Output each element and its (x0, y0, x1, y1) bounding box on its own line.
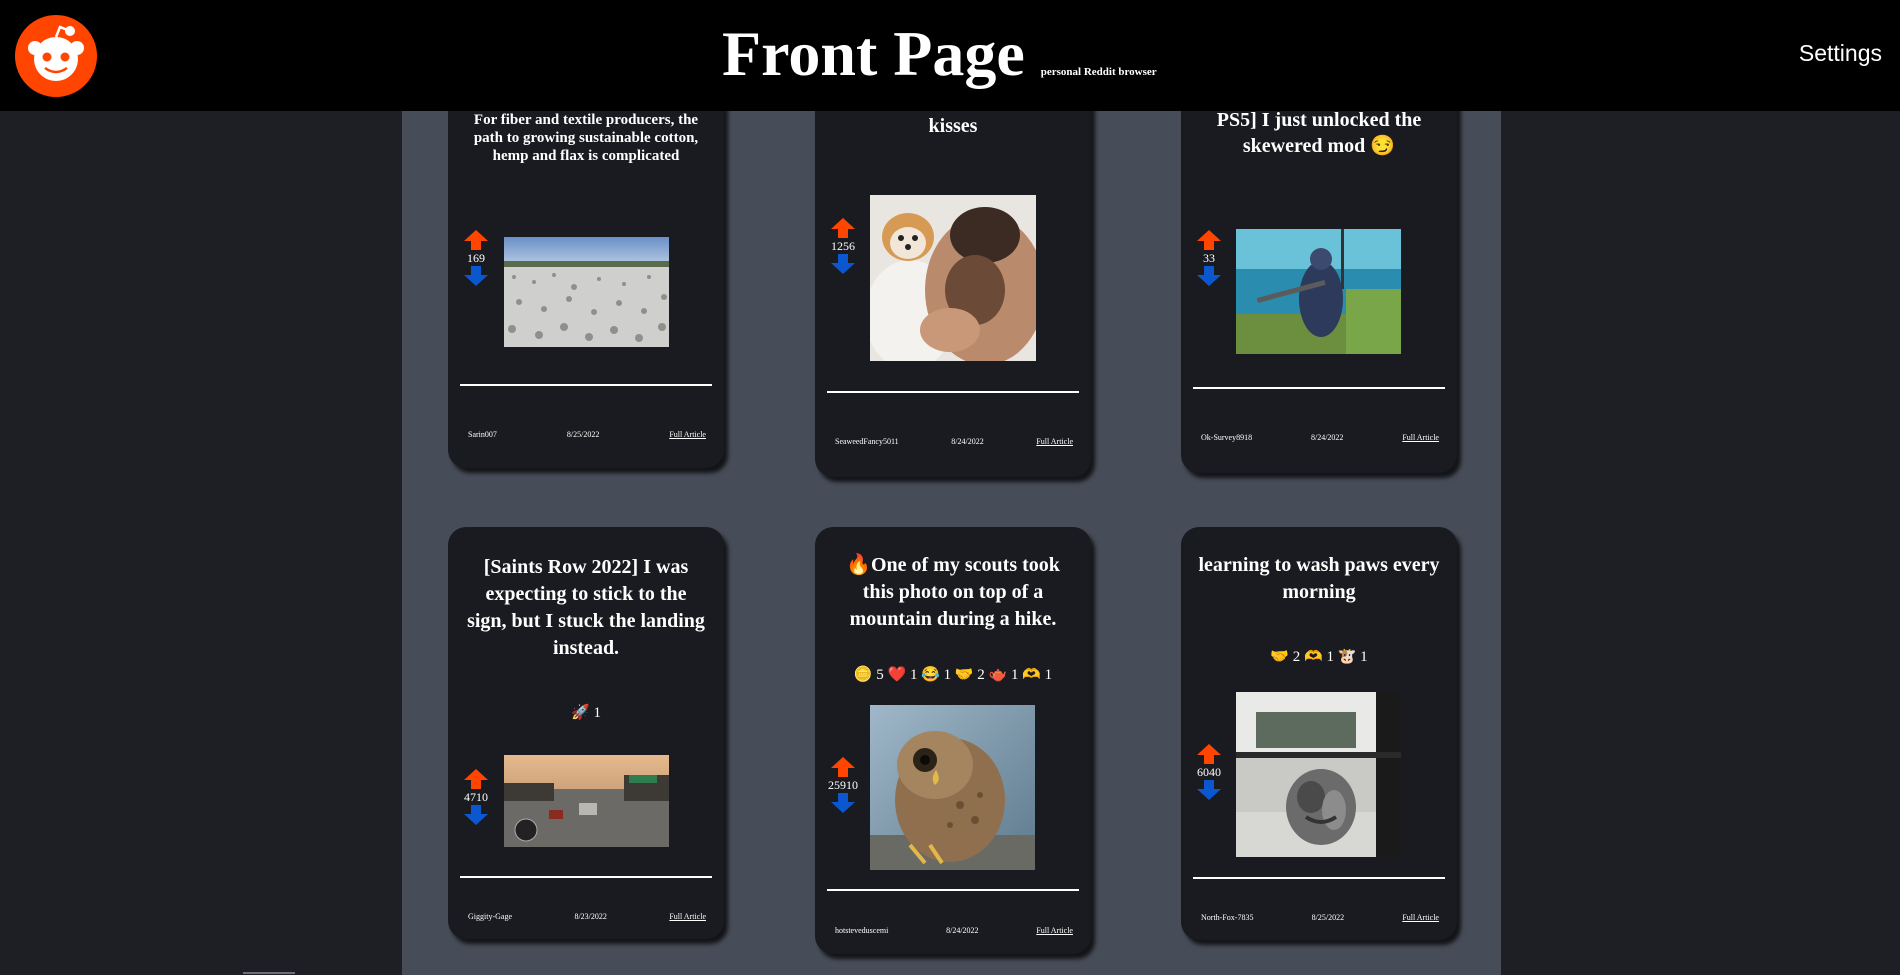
post-card: kisses 1256 SeaweedFancy5011 8/24/2022 F… (815, 111, 1091, 477)
downvote-arrow-icon[interactable] (463, 804, 489, 826)
post-title: kisses (928, 115, 978, 137)
post-author[interactable]: Ok-Survey8918 (1201, 433, 1252, 442)
post-image[interactable] (870, 705, 1035, 870)
full-article-link[interactable]: Full Article (1402, 913, 1439, 922)
score: 6040 (1197, 765, 1221, 779)
post-image[interactable] (1236, 692, 1401, 857)
post-date: 8/24/2022 (1310, 433, 1344, 442)
downvote-arrow-icon[interactable] (1196, 265, 1222, 287)
post-author[interactable]: Sarin007 (468, 430, 497, 439)
settings-link[interactable]: Settings (1799, 40, 1882, 67)
post-footer: North-Fox-7835 8/25/2022 Full Article (1201, 913, 1439, 922)
post-title: [Saints Row 2022] I was expecting to sti… (467, 556, 705, 659)
divider (460, 876, 712, 878)
post-date: 8/24/2022 (946, 926, 979, 935)
post-card: PS5] I just unlocked the skewered mod 😏 … (1181, 111, 1457, 473)
vote-control: 4710 (458, 768, 494, 826)
full-article-link[interactable]: Full Article (1036, 437, 1073, 446)
post-card: [Saints Row 2022] I was expecting to sti… (448, 527, 724, 939)
post-author[interactable]: Giggity-Gage (468, 912, 512, 921)
post-image[interactable] (504, 755, 669, 847)
downvote-arrow-icon[interactable] (830, 253, 856, 275)
post-image[interactable] (1236, 229, 1401, 354)
upvote-arrow-icon[interactable] (1196, 229, 1222, 251)
post-footer: SeaweedFancy5011 8/24/2022 Full Article (835, 437, 1073, 446)
page-title: Front Page (722, 18, 1025, 89)
post-footer: Giggity-Gage 8/23/2022 Full Article (468, 912, 706, 921)
post-date: 8/23/2022 (574, 912, 607, 921)
post-title: PS5] I just unlocked the skewered mod 😏 (1216, 111, 1422, 157)
upvote-arrow-icon[interactable] (830, 217, 856, 239)
award-list: 🚀 1 (571, 705, 601, 721)
upvote-arrow-icon[interactable] (830, 756, 856, 778)
downvote-arrow-icon[interactable] (830, 792, 856, 814)
full-article-link[interactable]: Full Article (669, 430, 706, 439)
upvote-arrow-icon[interactable] (1196, 743, 1222, 765)
post-image[interactable] (870, 195, 1036, 361)
vote-control: 1256 (825, 217, 861, 275)
divider (1193, 877, 1445, 879)
post-author[interactable]: North-Fox-7835 (1201, 913, 1253, 922)
score: 1256 (831, 239, 855, 253)
post-date: 8/25/2022 (1311, 913, 1345, 922)
post-author[interactable]: SeaweedFancy5011 (835, 437, 899, 446)
title-group: Front Page personal Reddit browser (722, 18, 1157, 90)
post-title: 🔥One of my scouts took this photo on top… (846, 554, 1060, 630)
vote-control: 33 (1191, 229, 1227, 287)
reddit-alien-icon[interactable] (15, 15, 97, 97)
post-card: learning to wash paws every morning 🤝 2 … (1181, 527, 1457, 940)
award-list: 🤝 2 🫶 1 🐮 1 (1270, 649, 1368, 665)
post-footer: hotsteveduscemi 8/24/2022 Full Article (835, 926, 1073, 935)
vote-control: 169 (458, 229, 494, 287)
score: 25910 (828, 778, 858, 792)
post-card: 🔥One of my scouts took this photo on top… (815, 527, 1091, 954)
vote-control: 25910 (825, 756, 861, 814)
upvote-arrow-icon[interactable] (463, 229, 489, 251)
score: 4710 (464, 790, 488, 804)
vote-control: 6040 (1191, 743, 1227, 801)
upvote-arrow-icon[interactable] (463, 768, 489, 790)
downvote-arrow-icon[interactable] (1196, 779, 1222, 801)
post-date: 8/25/2022 (566, 430, 600, 439)
post-card: For fiber and textile producers, the pat… (448, 111, 724, 468)
post-date: 8/24/2022 (951, 437, 984, 446)
post-image[interactable] (504, 237, 669, 347)
post-author[interactable]: hotsteveduscemi (835, 926, 888, 935)
full-article-link[interactable]: Full Article (1036, 926, 1073, 935)
post-footer: Sarin007 8/25/2022 Full Article (468, 430, 706, 439)
score: 33 (1203, 251, 1215, 265)
award-list: 🪙 5 ❤️ 1 😂 1 🤝 2 🫖 1 🫶 1 (853, 667, 1053, 683)
score: 169 (467, 251, 485, 265)
divider (827, 889, 1079, 891)
full-article-link[interactable]: Full Article (1402, 433, 1439, 442)
feed: For fiber and textile producers, the pat… (402, 111, 1501, 975)
divider (460, 384, 712, 386)
post-footer: Ok-Survey8918 8/24/2022 Full Article (1201, 433, 1439, 442)
horizontal-scrollbar[interactable] (243, 972, 295, 974)
full-article-link[interactable]: Full Article (669, 912, 706, 921)
divider (827, 391, 1079, 393)
post-title: learning to wash paws every morning (1198, 554, 1440, 603)
post-title: For fiber and textile producers, the pat… (473, 112, 699, 164)
page-subtitle: personal Reddit browser (1040, 66, 1157, 78)
divider (1193, 387, 1445, 389)
downvote-arrow-icon[interactable] (463, 265, 489, 287)
top-bar: Front Page personal Reddit browser Setti… (0, 0, 1900, 111)
